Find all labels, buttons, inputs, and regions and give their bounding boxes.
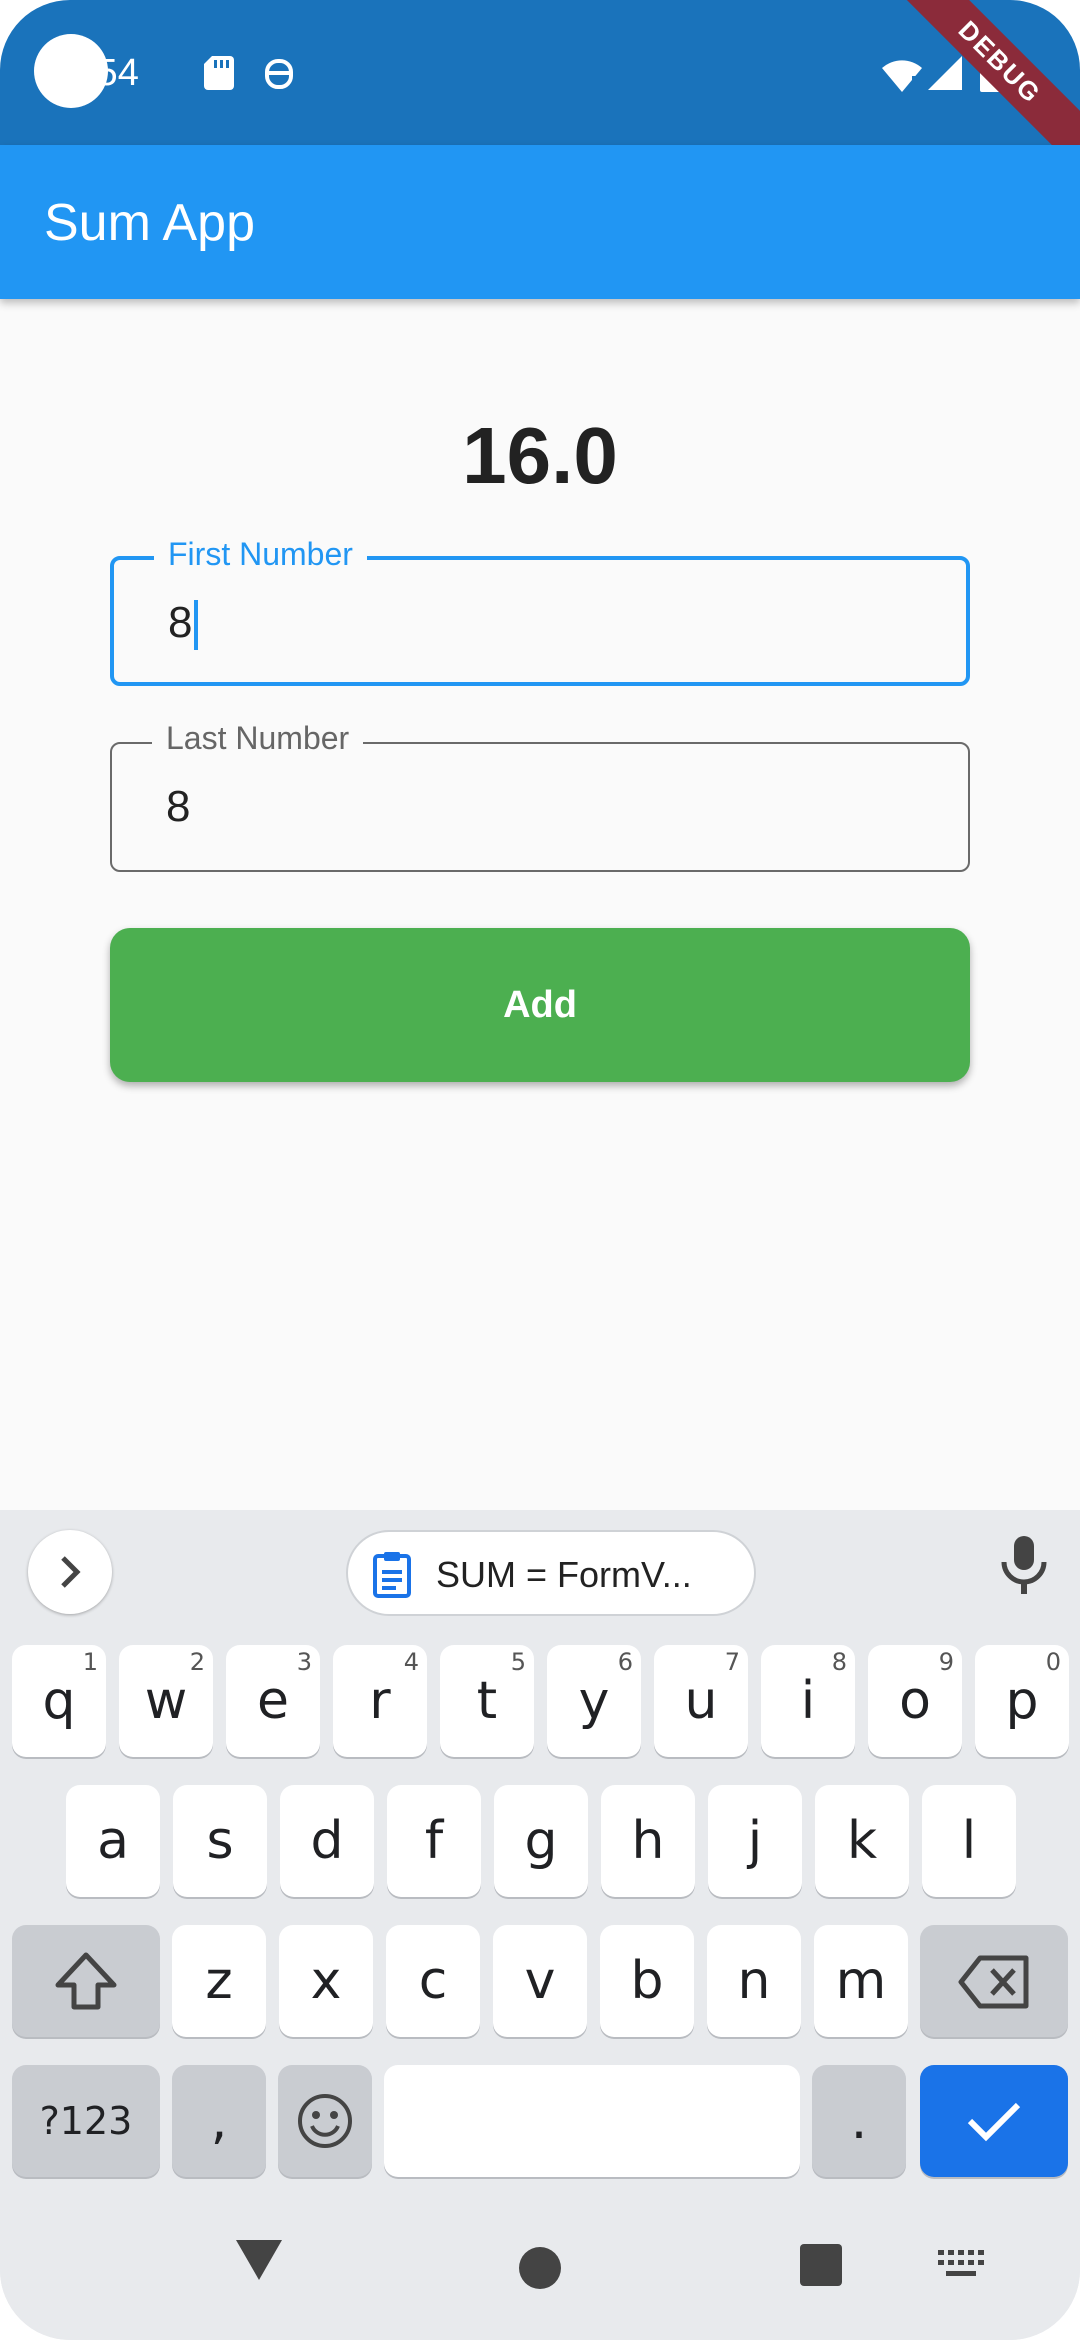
key-label: p xyxy=(1005,1671,1039,1731)
last-number-field[interactable]: Last Number 8 xyxy=(110,720,970,872)
chevron-right-icon[interactable] xyxy=(28,1530,112,1614)
key-label: w xyxy=(144,1671,188,1731)
add-button[interactable]: Add xyxy=(110,928,970,1082)
key-label: y xyxy=(578,1671,610,1731)
key-a[interactable]: a xyxy=(66,1785,160,1897)
key-m[interactable]: m xyxy=(814,1925,908,2037)
key-c[interactable]: c xyxy=(386,1925,480,2037)
key-label: i xyxy=(800,1671,816,1731)
emoji-icon xyxy=(298,2094,352,2148)
key-label: r xyxy=(369,1671,391,1731)
key-w[interactable]: w2 xyxy=(119,1645,213,1757)
key-hint: 0 xyxy=(1045,1648,1061,1676)
key-d[interactable]: d xyxy=(280,1785,374,1897)
comma-key[interactable]: , xyxy=(172,2065,266,2177)
signal-icon xyxy=(928,56,962,95)
backspace-key[interactable] xyxy=(920,1925,1068,2037)
status-time: :54 xyxy=(86,52,139,94)
key-f[interactable]: f xyxy=(387,1785,481,1897)
key-label: q xyxy=(42,1671,76,1731)
key-g[interactable]: g xyxy=(494,1785,588,1897)
key-q[interactable]: q1 xyxy=(12,1645,106,1757)
emoji-key[interactable] xyxy=(278,2065,372,2177)
clipboard-text: SUM = FormV... xyxy=(436,1554,692,1595)
key-b[interactable]: b xyxy=(600,1925,694,2037)
key-hint: 9 xyxy=(938,1648,954,1676)
wifi-icon xyxy=(882,58,922,97)
checkmark-icon xyxy=(967,2102,1021,2142)
key-v[interactable]: v xyxy=(493,1925,587,2037)
key-n[interactable]: n xyxy=(707,1925,801,2037)
last-number-label: Last Number xyxy=(152,720,364,757)
first-number-label: First Number xyxy=(154,536,367,573)
key-y[interactable]: y6 xyxy=(547,1645,641,1757)
key-l[interactable]: l xyxy=(922,1785,1016,1897)
app-bar: Sum App xyxy=(0,145,1080,299)
keyboard-toolbar: SUM = FormV... xyxy=(0,1510,1080,1640)
first-number-text: 8 xyxy=(168,598,193,647)
key-z[interactable]: z xyxy=(172,1925,266,2037)
first-number-field[interactable]: First Number 8 xyxy=(110,536,970,686)
key-label: o xyxy=(899,1671,931,1731)
back-icon[interactable] xyxy=(234,2238,284,2287)
key-r[interactable]: r4 xyxy=(333,1645,427,1757)
key-hint: 8 xyxy=(831,1648,847,1676)
key-hint: 5 xyxy=(510,1648,526,1676)
enter-key[interactable] xyxy=(920,2065,1068,2177)
text-cursor xyxy=(194,600,199,651)
key-p[interactable]: p0 xyxy=(975,1645,1069,1757)
key-hint: 2 xyxy=(189,1648,205,1676)
space-key[interactable] xyxy=(384,2065,800,2177)
app-title: Sum App xyxy=(44,194,256,252)
key-hint: 1 xyxy=(82,1648,98,1676)
key-j[interactable]: j xyxy=(708,1785,802,1897)
android-debug-icon xyxy=(264,56,294,95)
navigation-bar xyxy=(0,2200,1080,2340)
key-hint: 6 xyxy=(617,1648,633,1676)
key-s[interactable]: s xyxy=(173,1785,267,1897)
key-label: e xyxy=(257,1671,289,1731)
key-x[interactable]: x xyxy=(279,1925,373,2037)
sum-result: 16.0 xyxy=(462,411,618,500)
shift-key[interactable] xyxy=(12,1925,160,2037)
key-t[interactable]: t5 xyxy=(440,1645,534,1757)
period-key[interactable]: . xyxy=(812,2065,906,2177)
key-h[interactable]: h xyxy=(601,1785,695,1897)
microphone-icon[interactable] xyxy=(998,1536,1050,1601)
key-hint: 3 xyxy=(296,1648,312,1676)
key-label: t xyxy=(476,1671,498,1731)
last-number-value[interactable]: 8 xyxy=(166,782,190,832)
home-icon[interactable] xyxy=(518,2246,562,2295)
key-i[interactable]: i8 xyxy=(761,1645,855,1757)
clipboard-icon xyxy=(372,1550,412,1603)
keyboard-switch-icon[interactable] xyxy=(938,2250,986,2285)
key-u[interactable]: u7 xyxy=(654,1645,748,1757)
clipboard-suggestion-chip[interactable]: SUM = FormV... xyxy=(346,1530,756,1616)
key-e[interactable]: e3 xyxy=(226,1645,320,1757)
key-hint: 7 xyxy=(724,1648,740,1676)
phone-screen: :54 DEBUG Sum App 16.0 First Number 8 La… xyxy=(0,0,1080,2340)
sd-card-icon xyxy=(204,56,234,95)
key-label: u xyxy=(684,1671,718,1731)
status-bar: :54 DEBUG xyxy=(0,0,1080,184)
symbols-key[interactable]: ?123 xyxy=(12,2065,160,2177)
key-hint: 4 xyxy=(403,1648,419,1676)
key-k[interactable]: k xyxy=(815,1785,909,1897)
key-o[interactable]: o9 xyxy=(868,1645,962,1757)
first-number-value[interactable]: 8 xyxy=(168,598,199,651)
recents-icon[interactable] xyxy=(800,2244,842,2291)
